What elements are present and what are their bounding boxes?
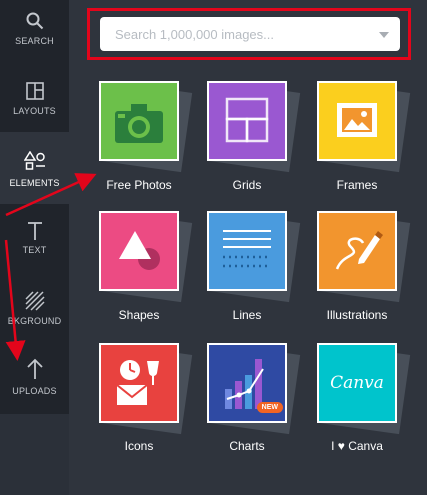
element-label: Frames: [336, 178, 378, 192]
element-tile-charts[interactable]: NEW: [207, 343, 301, 435]
tile-card: [207, 211, 287, 291]
sidebar-item-search[interactable]: SEARCH: [0, 0, 69, 68]
element-tile-lines[interactable]: [207, 211, 301, 303]
element-tile-canva[interactable]: Canva: [317, 343, 411, 435]
canva-logo-icon: Canva: [330, 373, 384, 393]
sidebar-item-background[interactable]: BKGROUND: [0, 274, 69, 344]
layouts-icon: [0, 80, 69, 102]
element-tile-shapes[interactable]: [99, 211, 193, 303]
sidebar-item-label: LAYOUTS: [13, 106, 56, 116]
text-icon: [0, 220, 69, 242]
clock-wine-icon: [116, 360, 159, 405]
elements-icon: [0, 150, 69, 172]
sidebar-item-uploads[interactable]: UPLOADS: [0, 344, 69, 414]
element-tile-icons[interactable]: [99, 343, 193, 435]
background-icon: [0, 290, 69, 312]
element-label: Icons: [124, 439, 154, 453]
element-tile-illustrations[interactable]: [317, 211, 411, 303]
tile-card: [317, 81, 397, 161]
sidebar-item-label: SEARCH: [15, 36, 54, 46]
sidebar-item-layouts[interactable]: LAYOUTS: [0, 68, 69, 132]
sidebar-item-label: TEXT: [22, 245, 47, 255]
tile-card: [99, 343, 179, 423]
lines-icon: [223, 230, 271, 268]
sidebar: SEARCH LAYOUTS ELEMENTS TEXT BKGROUND UP…: [0, 0, 69, 495]
element-label: Illustrations: [326, 308, 388, 322]
camera-icon: [115, 104, 163, 143]
grid-icon: [225, 97, 269, 143]
sidebar-item-text[interactable]: TEXT: [0, 204, 69, 274]
sidebar-item-label: UPLOADS: [12, 386, 57, 396]
element-tile-grids[interactable]: [207, 81, 301, 173]
search-input[interactable]: Search 1,000,000 images...: [100, 17, 400, 51]
search-highlight-box: Search 1,000,000 images...: [87, 8, 411, 60]
element-label: Shapes: [118, 308, 160, 322]
chevron-down-icon[interactable]: [379, 32, 389, 38]
frame-icon: [337, 103, 377, 137]
shapes-icon: [119, 231, 160, 270]
element-label: Lines: [232, 308, 262, 322]
tile-card: [317, 211, 397, 291]
tile-card: NEW: [207, 343, 287, 423]
element-label: Free Photos: [106, 178, 172, 192]
element-label: Grids: [232, 178, 262, 192]
pencil-icon: [335, 231, 383, 270]
element-tile-frames[interactable]: [317, 81, 411, 173]
element-tile-free-photos[interactable]: [99, 81, 193, 173]
element-label: I ♥ Canva: [331, 439, 383, 453]
element-label: Charts: [229, 439, 265, 453]
tile-card: [207, 81, 287, 161]
elements-panel: Search 1,000,000 images... Free Photos G…: [69, 0, 427, 495]
upload-icon: [0, 358, 69, 380]
sidebar-item-label: ELEMENTS: [9, 178, 60, 188]
sidebar-item-label: BKGROUND: [7, 316, 62, 326]
tile-card: [99, 81, 179, 161]
search-placeholder: Search 1,000,000 images...: [115, 27, 274, 42]
sidebar-item-elements[interactable]: ELEMENTS: [0, 132, 69, 204]
tile-card: [99, 211, 179, 291]
search-icon: [0, 10, 69, 32]
new-badge: NEW: [256, 402, 283, 413]
tile-card: Canva: [317, 343, 397, 423]
